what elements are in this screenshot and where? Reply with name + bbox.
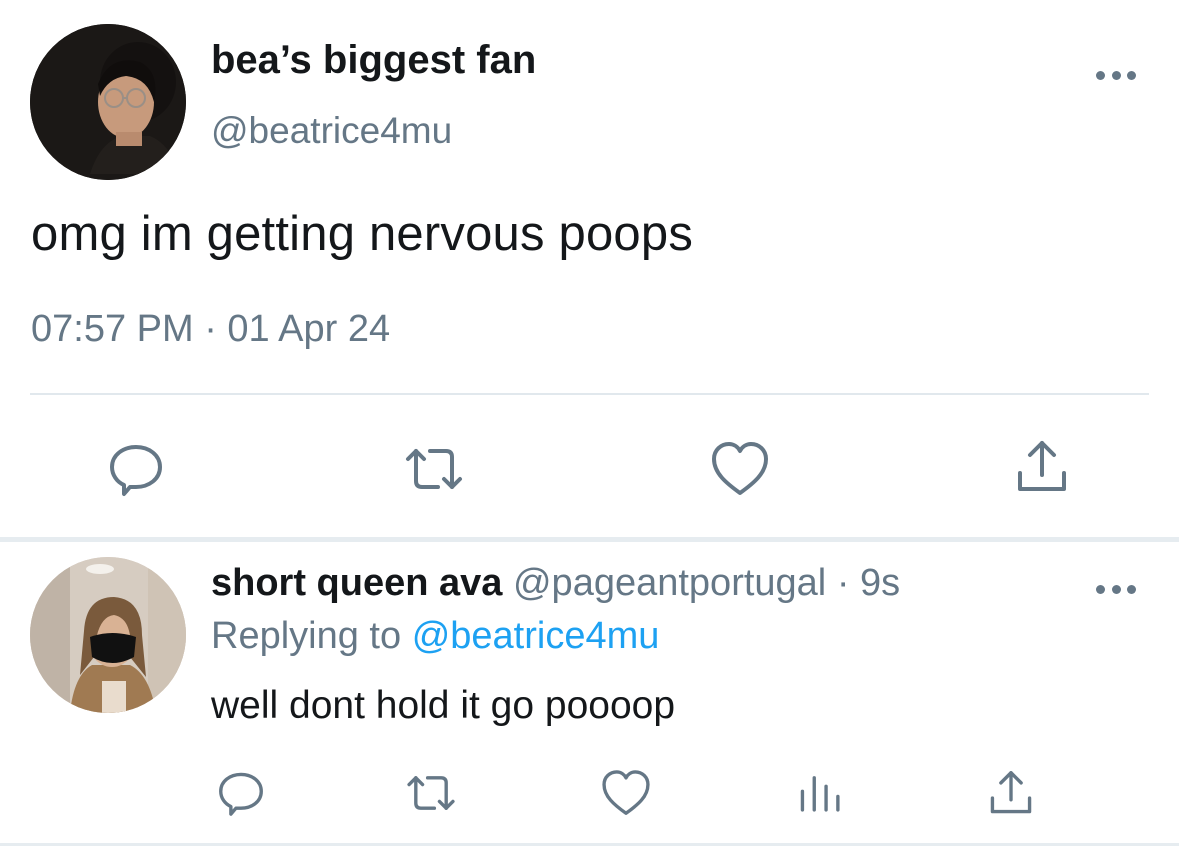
retweet-icon — [407, 776, 455, 810]
heart-icon — [712, 442, 768, 495]
like-button[interactable] — [599, 766, 653, 820]
reply-display-name[interactable]: short queen ava — [211, 562, 502, 604]
divider — [30, 393, 1149, 395]
retweet-button[interactable] — [402, 437, 466, 501]
retweet-icon — [406, 449, 462, 489]
avatar-main-user[interactable] — [30, 24, 186, 180]
like-button[interactable] — [708, 437, 772, 501]
reply-button[interactable] — [214, 766, 268, 820]
reply-button[interactable] — [104, 437, 168, 501]
comment-bubble-icon — [219, 772, 263, 816]
share-button[interactable] — [1010, 435, 1074, 499]
bar-chart-icon — [800, 776, 840, 812]
heart-icon — [602, 770, 650, 815]
avatar-main-image — [30, 24, 186, 180]
analytics-button[interactable] — [794, 766, 848, 820]
more-horizontal-icon[interactable] — [1096, 60, 1136, 90]
avatar-reply-user[interactable] — [30, 557, 186, 713]
share-upload-icon — [1018, 441, 1066, 491]
comment-bubble-icon — [110, 445, 162, 496]
avatar-reply-image — [30, 557, 186, 713]
replying-prefix: Replying to — [211, 615, 402, 657]
replying-to-line: Replying to @beatrice4mu — [211, 615, 659, 658]
reply-handle[interactable]: @pageantportugal — [513, 562, 826, 604]
main-tweet-timestamp[interactable]: 07:57 PM · 01 Apr 24 — [31, 308, 390, 351]
main-tweet-text: omg im getting nervous poops — [31, 207, 694, 261]
retweet-button[interactable] — [404, 766, 458, 820]
main-display-name[interactable]: bea’s biggest fan — [211, 38, 536, 83]
reply-tweet-text: well dont hold it go poooop — [211, 684, 676, 727]
main-handle[interactable]: @beatrice4mu — [211, 110, 452, 152]
reply-age: · 9s — [836, 562, 901, 604]
reply-header: short queen ava @pageantportugal · 9s — [211, 562, 900, 605]
share-button[interactable] — [984, 766, 1038, 820]
section-divider — [0, 537, 1179, 542]
replying-to-link[interactable]: @beatrice4mu — [412, 615, 660, 657]
share-upload-icon — [990, 771, 1032, 814]
more-horizontal-icon[interactable] — [1096, 574, 1136, 604]
